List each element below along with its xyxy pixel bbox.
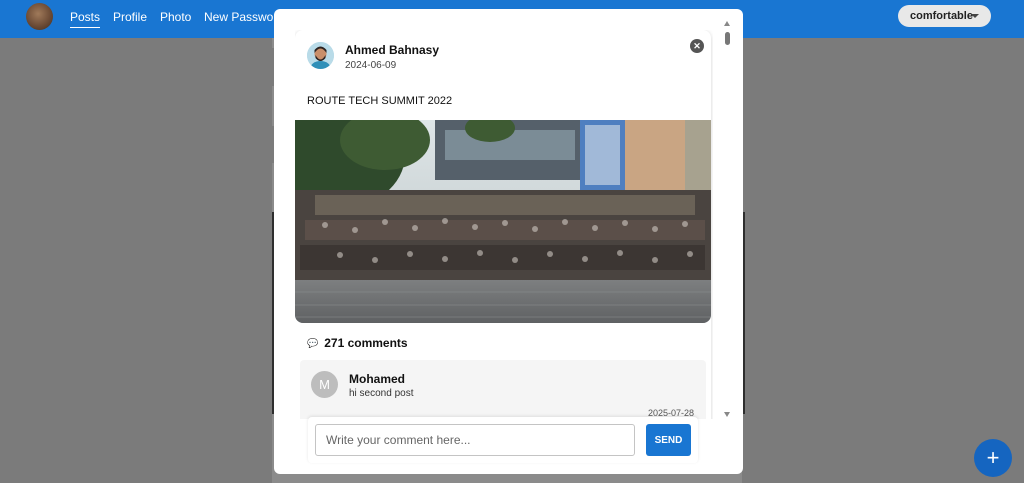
speech-bubble-icon: 💬: [307, 337, 319, 348]
nav-link-photo[interactable]: Photo: [160, 10, 191, 24]
modal-scroll-area[interactable]: Ahmed Bahnasy 2024-06-09 ✕ ROUTE TECH SU…: [295, 30, 713, 419]
add-post-button[interactable]: +: [974, 439, 1012, 477]
user-avatar[interactable]: [26, 3, 53, 30]
group-photo-image: [295, 120, 711, 323]
post-date: 2024-06-09: [345, 60, 397, 71]
caret-down-icon: [971, 14, 979, 18]
nav-link-posts[interactable]: Posts: [70, 10, 101, 28]
density-select-label: comfortable: [910, 10, 973, 22]
post-details-modal: Ahmed Bahnasy 2024-06-09 ✕ ROUTE TECH SU…: [274, 9, 743, 474]
comment-composer: SEND: [308, 417, 698, 463]
comments-count: 271 comments: [324, 336, 408, 350]
nav-link-profile[interactable]: Profile: [113, 10, 147, 24]
scrollbar-thumb[interactable]: [725, 32, 730, 45]
modal-scrollbar[interactable]: [723, 19, 732, 422]
post-body: ROUTE TECH SUMMIT 2022: [307, 95, 453, 107]
scroll-down-arrow-icon[interactable]: [724, 412, 730, 417]
person-avatar-illustration: [307, 42, 334, 69]
nav-link-new-password[interactable]: New Password: [204, 10, 284, 24]
post-card: Ahmed Bahnasy 2024-06-09 ✕ ROUTE TECH SU…: [295, 30, 711, 419]
comment-input[interactable]: [315, 424, 635, 456]
close-icon[interactable]: ✕: [690, 39, 704, 53]
send-comment-button[interactable]: SEND: [646, 424, 691, 456]
post-image: [295, 120, 711, 323]
comment-text: hi second post: [349, 388, 414, 399]
author-name[interactable]: Ahmed Bahnasy: [345, 43, 439, 57]
commenter-avatar[interactable]: M: [311, 371, 338, 398]
plus-icon: +: [986, 445, 1000, 470]
commenter-name[interactable]: Mohamed: [349, 372, 405, 386]
scroll-up-arrow-icon[interactable]: [724, 21, 730, 26]
author-avatar[interactable]: [307, 42, 334, 69]
comments-count-row: 💬 271 comments: [307, 336, 408, 350]
comment-item: M Mohamed hi second post 2025-07-28: [300, 360, 706, 419]
density-select[interactable]: comfortable: [898, 5, 991, 27]
